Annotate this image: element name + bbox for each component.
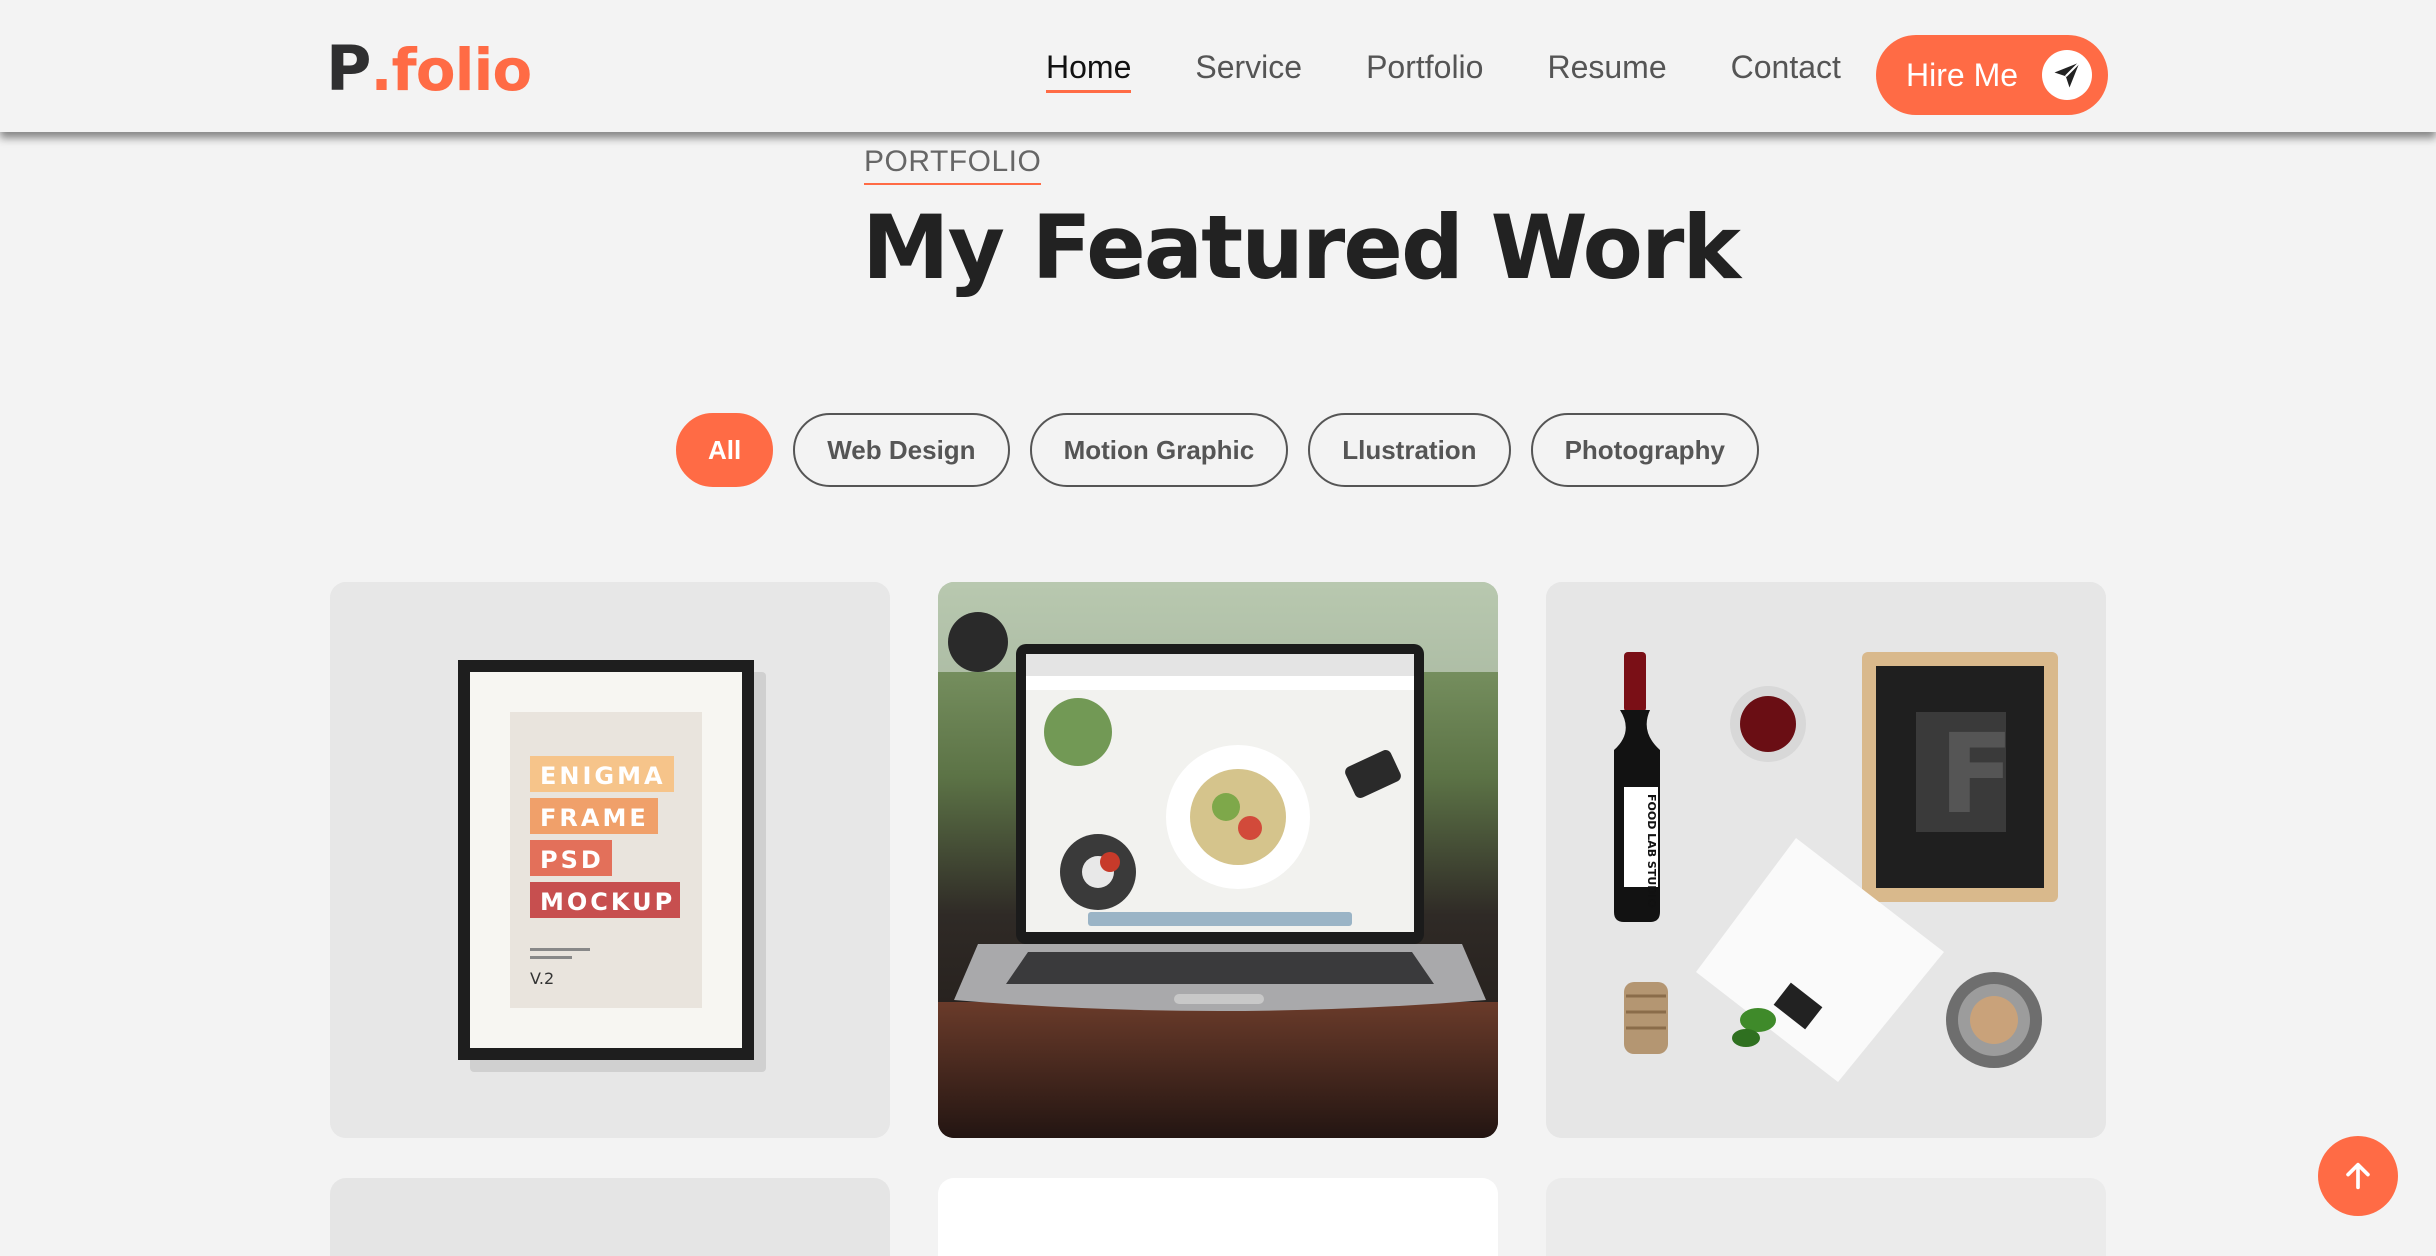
- laptop-image: [938, 582, 1498, 1138]
- send-icon: [2042, 50, 2092, 100]
- portfolio-card-6[interactable]: [1546, 1178, 2106, 1256]
- portfolio-card-food-lab[interactable]: FOOD LAB STUDIO F: [1546, 582, 2106, 1138]
- nav-contact[interactable]: Contact: [1731, 49, 1841, 85]
- portfolio-card-laptop[interactable]: [938, 582, 1498, 1138]
- filter-all[interactable]: All: [676, 413, 774, 487]
- section-eyebrow: PORTFOLIO: [864, 145, 1042, 185]
- frame-line-1: ENIGMA: [540, 762, 666, 790]
- nav-portfolio[interactable]: Portfolio: [1366, 49, 1483, 85]
- frame-mockup-image: ENIGMA FRAME PSD MOCKUP V.2: [330, 582, 890, 1138]
- filter-photography[interactable]: Photography: [1530, 413, 1759, 487]
- section-title: My Featured Work: [862, 196, 1741, 299]
- logo-letter: P: [326, 32, 371, 105]
- portfolio-card-frame-mockup[interactable]: ENIGMA FRAME PSD MOCKUP V.2: [330, 582, 890, 1138]
- logo-text: .folio: [370, 36, 532, 104]
- frame-line-4: MOCKUP: [540, 888, 675, 916]
- arrow-up-icon: [2346, 1162, 2370, 1190]
- filter-motion-graphic[interactable]: Motion Graphic: [1029, 413, 1289, 487]
- filter-web-design[interactable]: Web Design: [793, 413, 1010, 487]
- frame-line-3: PSD: [540, 846, 604, 874]
- nav-resume[interactable]: Resume: [1547, 49, 1666, 85]
- site-header: P.folio Home Service Portfolio Resume Co…: [0, 0, 2436, 132]
- portfolio-card-4[interactable]: [330, 1178, 890, 1256]
- board-letter: F: [1939, 710, 2014, 838]
- nav-service[interactable]: Service: [1195, 49, 1302, 85]
- hire-me-label: Hire Me: [1906, 56, 2019, 93]
- portfolio-card-5[interactable]: [938, 1178, 1498, 1256]
- nav-home[interactable]: Home: [1046, 49, 1132, 94]
- scroll-top-button[interactable]: [2318, 1136, 2398, 1216]
- frame-line-2: FRAME: [540, 804, 649, 832]
- logo[interactable]: P.folio: [326, 38, 532, 100]
- portfolio-filters: All Web Design Motion Graphic Llustratio…: [676, 413, 1759, 487]
- bottle-label: FOOD LAB STUDIO: [1645, 794, 1658, 908]
- main-nav: Home Service Portfolio Resume Contact: [1046, 49, 1905, 94]
- food-lab-image: FOOD LAB STUDIO F: [1546, 582, 2106, 1138]
- hire-me-button[interactable]: Hire Me: [1876, 35, 2108, 115]
- frame-version: V.2: [530, 969, 554, 988]
- filter-illustration[interactable]: Llustration: [1308, 413, 1511, 487]
